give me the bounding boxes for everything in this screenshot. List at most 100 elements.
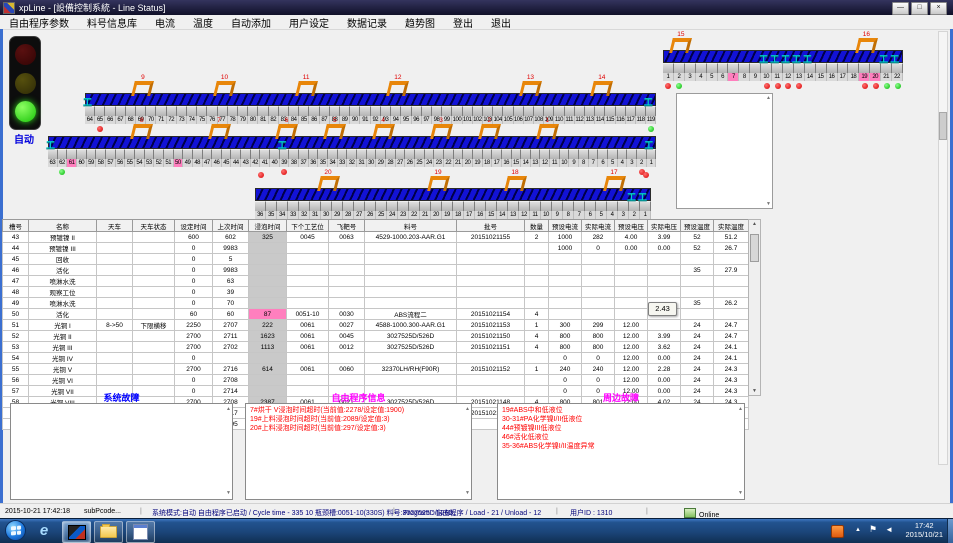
column-header-槽号[interactable]: 槽号: [3, 220, 29, 232]
tank-cell-22[interactable]: 22: [892, 73, 903, 81]
menu-item-趋势图[interactable]: 趋势图: [396, 15, 444, 30]
taskbar-folder-button[interactable]: [94, 521, 123, 543]
menu-item-用户设定[interactable]: 用户设定: [280, 15, 338, 30]
tank-cell-17[interactable]: 17: [492, 159, 502, 167]
scroll-up-icon[interactable]: ▲: [226, 405, 231, 414]
scroll-down-icon[interactable]: ▼: [749, 388, 760, 394]
tank-cell-17[interactable]: 17: [838, 73, 849, 81]
column-header-料号[interactable]: 料号: [365, 220, 457, 232]
table-scrollbar[interactable]: ▲ ▼: [748, 219, 761, 396]
tank-cell-54[interactable]: 54: [135, 159, 145, 167]
scroll-down-icon[interactable]: ▼: [766, 201, 771, 207]
table-row-43[interactable]: 43预镀镍 II600602325004500634529-1000.203-A…: [3, 232, 749, 243]
tank-cell-15[interactable]: 15: [816, 73, 827, 81]
maximize-button[interactable]: □: [911, 2, 928, 15]
tank-cell-6[interactable]: 6: [718, 73, 729, 81]
tank-cell-27[interactable]: 27: [396, 159, 406, 167]
tank-cell-33[interactable]: 33: [338, 159, 348, 167]
show-desktop-button[interactable]: [947, 519, 953, 543]
tank-cell-16[interactable]: 16: [475, 211, 486, 219]
taskbar-clock[interactable]: 17:42 2015/10/21: [905, 521, 943, 539]
tank-cell-49[interactable]: 49: [183, 159, 193, 167]
tank-cell-22[interactable]: 22: [409, 211, 420, 219]
tank-cell-40[interactable]: 40: [270, 159, 280, 167]
menu-item-登出[interactable]: 登出: [444, 15, 482, 30]
tank-cell-2[interactable]: 2: [674, 73, 685, 81]
tank-cell-16[interactable]: 16: [827, 73, 838, 81]
tank-cell-48[interactable]: 48: [193, 159, 203, 167]
scroll-down-icon[interactable]: ▼: [738, 489, 743, 498]
table-row-50[interactable]: 50活化6060870051-100030ABS流程二201510211544: [3, 309, 749, 320]
tank-cell-6[interactable]: 6: [598, 159, 608, 167]
tank-cell-14[interactable]: 14: [521, 159, 531, 167]
column-header-预设电流[interactable]: 预设电流: [549, 220, 582, 232]
tank-cell-30[interactable]: 30: [367, 159, 377, 167]
tank-cell-10[interactable]: 10: [541, 211, 552, 219]
tank-cell-23[interactable]: 23: [398, 211, 409, 219]
minimize-button[interactable]: —: [892, 2, 909, 15]
tray-expand-icon[interactable]: ▲: [855, 527, 861, 533]
tank-cell-11[interactable]: 11: [550, 159, 560, 167]
menu-item-自动添加[interactable]: 自动添加: [222, 15, 280, 30]
tank-cell-28[interactable]: 28: [386, 159, 396, 167]
tank-cell-19[interactable]: 19: [442, 211, 453, 219]
tank-cell-18[interactable]: 18: [848, 73, 859, 81]
scroll-down-icon[interactable]: ▼: [465, 489, 470, 498]
scroll-up-icon[interactable]: ▲: [749, 221, 760, 227]
tank-cell-26[interactable]: 26: [405, 159, 415, 167]
tank-cell-51[interactable]: 51: [164, 159, 174, 167]
tank-cell-14[interactable]: 14: [497, 211, 508, 219]
tank-cell-19[interactable]: 19: [859, 73, 870, 81]
tank-cell-21[interactable]: 21: [881, 73, 892, 81]
tank-cell-3[interactable]: 3: [627, 159, 637, 167]
table-row-55[interactable]: 55光铜 V270027166140061006032370LH/RH(F90R…: [3, 364, 749, 375]
tank-cell-29[interactable]: 29: [376, 159, 386, 167]
tank-cell-35[interactable]: 35: [266, 211, 277, 219]
scrollbar-thumb[interactable]: [750, 234, 759, 262]
taskbar-doc-button[interactable]: [126, 521, 155, 543]
tank-cell-44[interactable]: 44: [231, 159, 241, 167]
column-header-实际电流[interactable]: 实际电流: [582, 220, 615, 232]
tank-cell-7[interactable]: 7: [574, 211, 585, 219]
tank-cell-10[interactable]: 10: [560, 159, 570, 167]
volume-icon[interactable]: ◄: [885, 525, 893, 534]
tank-cell-13[interactable]: 13: [794, 73, 805, 81]
tank-cell-3[interactable]: 3: [618, 211, 629, 219]
tank-cell-22[interactable]: 22: [444, 159, 454, 167]
scroll-up-icon[interactable]: ▲: [738, 405, 743, 414]
tank-cell-56[interactable]: 56: [116, 159, 126, 167]
column-header-浸泡时间[interactable]: 浸泡时间: [249, 220, 287, 232]
tank-cell-33[interactable]: 33: [288, 211, 299, 219]
tank-cell-20[interactable]: 20: [463, 159, 473, 167]
tank-cell-24[interactable]: 24: [425, 159, 435, 167]
tank-cell-36[interactable]: 36: [309, 159, 319, 167]
tank-cell-43[interactable]: 43: [241, 159, 251, 167]
tank-cell-47[interactable]: 47: [203, 159, 213, 167]
tank-cell-60[interactable]: 60: [77, 159, 87, 167]
tank-cell-2[interactable]: 2: [637, 159, 647, 167]
column-header-下个工艺位[interactable]: 下个工艺位: [287, 220, 329, 232]
tank-cell-20[interactable]: 20: [431, 211, 442, 219]
tank-cell-4[interactable]: 4: [696, 73, 707, 81]
tank-cell-30[interactable]: 30: [321, 211, 332, 219]
tank-cell-62[interactable]: 62: [58, 159, 68, 167]
action-center-flag-icon[interactable]: ⚑: [869, 524, 877, 535]
tank-cell-31[interactable]: 31: [310, 211, 321, 219]
tank-cell-11[interactable]: 11: [530, 211, 541, 219]
tank-cell-5[interactable]: 5: [707, 73, 718, 81]
tank-cell-23[interactable]: 23: [434, 159, 444, 167]
tank-cell-9[interactable]: 9: [552, 211, 563, 219]
tank-cell-14[interactable]: 14: [805, 73, 816, 81]
column-header-数量[interactable]: 数量: [525, 220, 549, 232]
tank-cell-55[interactable]: 55: [125, 159, 135, 167]
tank-cell-15[interactable]: 15: [486, 211, 497, 219]
scroll-down-icon[interactable]: ▼: [226, 489, 231, 498]
taskbar-app-xpline[interactable]: [62, 521, 91, 543]
column-header-设定时间[interactable]: 设定时间: [175, 220, 213, 232]
menu-item-自由程序参数[interactable]: 自由程序参数: [0, 15, 78, 30]
tank-cell-13[interactable]: 13: [508, 211, 519, 219]
table-row-44[interactable]: 44预镀镍 III09983100000.000.005226.7: [3, 243, 749, 254]
tank-cell-18[interactable]: 18: [453, 211, 464, 219]
tank-cell-63[interactable]: 63: [48, 159, 58, 167]
column-header-飞靶号[interactable]: 飞靶号: [329, 220, 365, 232]
